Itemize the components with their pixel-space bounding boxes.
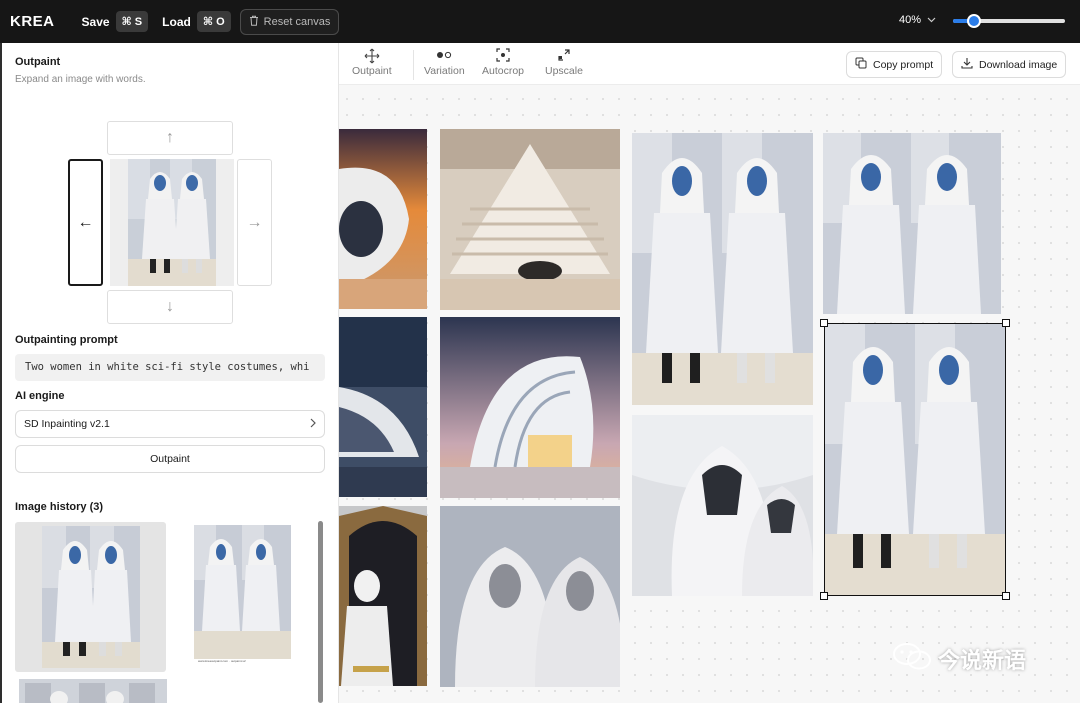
move-arrows-icon xyxy=(364,48,380,65)
trash-icon xyxy=(249,15,259,29)
canvas-image-sunset-structure[interactable] xyxy=(339,129,427,309)
image-history-label: Image history (3) xyxy=(15,501,104,513)
wechat-icon xyxy=(892,641,932,677)
tool-autocrop[interactable]: Autocrop xyxy=(482,48,524,77)
wechat-watermark: 今说新语 xyxy=(892,641,1026,677)
ai-engine-select[interactable]: SD Inpainting v2.1 xyxy=(15,410,325,438)
chevron-down-icon xyxy=(927,14,936,26)
expand-up-button[interactable]: ↑ xyxy=(107,121,233,155)
arrow-down-icon: ↓ xyxy=(166,298,174,315)
history-image-3[interactable] xyxy=(19,679,167,703)
app-logo: KREA xyxy=(10,13,55,30)
load-shortcut: ⌘ O xyxy=(196,11,231,32)
arrow-left-icon: ← xyxy=(77,213,94,231)
arrow-up-icon: ↑ xyxy=(166,129,174,146)
history-image-1[interactable] xyxy=(15,522,166,672)
tool-upscale-label: Upscale xyxy=(545,65,583,77)
reset-canvas-label: Reset canvas xyxy=(263,16,331,28)
load-button[interactable]: Load xyxy=(162,15,191,29)
tool-variation-label: Variation xyxy=(424,65,465,77)
resize-handle-top-left[interactable] xyxy=(820,319,828,327)
tool-outpaint-label: Outpaint xyxy=(352,65,392,77)
selection-frame[interactable] xyxy=(820,319,1010,600)
history-image-caption: www.kreaoutpaint.com · outpaint-v2 xyxy=(198,659,246,663)
canvas-image-layered-dune[interactable] xyxy=(440,129,620,310)
download-image-button[interactable]: Download image xyxy=(952,51,1067,78)
arrow-right-icon: → xyxy=(246,213,263,231)
expand-down-button[interactable]: ↓ xyxy=(107,290,233,324)
canvas-image-masked-figures[interactable] xyxy=(632,415,813,596)
dots-icon xyxy=(435,48,453,65)
panel-title: Outpaint xyxy=(15,56,61,68)
zoom-slider[interactable] xyxy=(953,14,1065,28)
canvas-image-hooded-pair-closeup[interactable] xyxy=(440,506,620,687)
expand-left-button[interactable]: ← xyxy=(68,159,103,286)
canvas-image-two-women-top[interactable] xyxy=(823,133,1001,314)
canvas-image-shell-building[interactable] xyxy=(440,317,620,498)
expand-right-button[interactable]: → xyxy=(237,159,272,286)
tool-variation[interactable]: Variation xyxy=(424,48,465,77)
zoom-dropdown[interactable]: 40% xyxy=(899,14,936,26)
canvas-image-night-curve[interactable] xyxy=(339,317,427,497)
ai-engine-label: AI engine xyxy=(15,390,65,402)
top-bar: KREA Save ⌘ S Load ⌘ O Reset canvas 40% xyxy=(0,0,1080,43)
watermark-text: 今说新语 xyxy=(938,648,1027,673)
toolbar-divider xyxy=(413,50,414,80)
outpaint-button[interactable]: Outpaint xyxy=(15,445,325,473)
outpaint-preview-image xyxy=(110,159,234,286)
canvas-image-two-women-tall[interactable] xyxy=(632,133,813,405)
tool-outpaint[interactable]: Outpaint xyxy=(352,48,392,77)
copy-prompt-label: Copy prompt xyxy=(873,58,934,71)
download-image-label: Download image xyxy=(979,58,1058,71)
outpaint-panel: Outpaint Expand an image with words. ↑ ←… xyxy=(0,43,339,703)
tool-autocrop-label: Autocrop xyxy=(482,65,525,77)
zoom-value: 40% xyxy=(899,14,922,26)
save-button[interactable]: Save xyxy=(82,15,110,29)
panel-subtitle: Expand an image with words. xyxy=(15,74,146,85)
download-icon xyxy=(961,57,973,72)
resize-handle-bottom-left[interactable] xyxy=(820,592,828,600)
crop-icon xyxy=(496,48,510,65)
save-shortcut: ⌘ S xyxy=(115,11,149,32)
reset-canvas-button[interactable]: Reset canvas xyxy=(240,9,339,35)
copy-prompt-button[interactable]: Copy prompt xyxy=(846,51,943,78)
upscale-icon xyxy=(557,48,571,65)
tool-upscale[interactable]: Upscale xyxy=(545,48,583,77)
copy-icon xyxy=(855,57,867,72)
zoom-slider-thumb[interactable] xyxy=(967,14,981,28)
history-scrollbar[interactable] xyxy=(318,521,323,703)
canvas-toolbar: Outpaint Variation Autocrop Upscale Copy… xyxy=(339,43,1080,85)
outpainting-prompt-label: Outpainting prompt xyxy=(15,334,118,346)
resize-handle-bottom-right[interactable] xyxy=(1002,592,1010,600)
resize-handle-top-right[interactable] xyxy=(1002,319,1010,327)
history-image-2[interactable]: www.kreaoutpaint.com · outpaint-v2 xyxy=(194,525,291,665)
ai-engine-value: SD Inpainting v2.1 xyxy=(24,418,110,430)
outpainting-prompt-input[interactable]: Two women in white sci-fi style costumes… xyxy=(15,354,325,381)
chevron-right-icon xyxy=(310,418,316,431)
canvas-area[interactable]: Outpaint Variation Autocrop Upscale Copy… xyxy=(339,43,1080,703)
canvas-image-arch-figure[interactable] xyxy=(339,506,427,686)
